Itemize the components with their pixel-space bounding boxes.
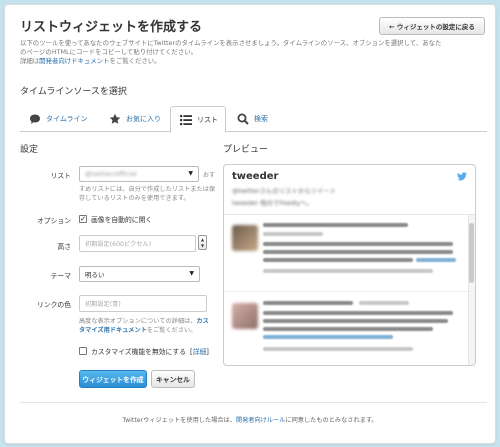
cancel-button[interactable]: キャンセル [151,370,195,388]
theme-select-value: 明るい [85,271,105,279]
footer: Twitterウィジェットを使用した場合は、開発者向けルールに同意したものとみな… [5,415,495,424]
tab-list-label: リスト [197,115,218,124]
link-color-input[interactable]: 初期設定(青) [79,295,207,312]
avatar [232,225,258,251]
theme-select[interactable]: 明るい ▼ [79,266,200,282]
advanced-help: 高度な表示オプションについての詳細は、カス タマイズ用ドキュメントをご覧ください… [79,317,219,335]
widget-description: tweeder 他のでFeedlyへ。 [232,199,313,207]
link-color-placeholder: 初期設定(青) [85,301,121,308]
height-stepper[interactable]: ▲ ▼ [198,235,207,250]
footer-prefix: Twitterウィジェットを使用した場合は、 [122,417,236,424]
widget-title: tweeder [232,171,279,182]
auto-expand-label: 画像を自動的に開く [91,216,153,224]
tweet-item [224,216,475,292]
widget-subtitle: @twitterさんのリストからツイート [232,187,337,195]
intro-suffix: をご覧ください。 [109,57,161,65]
developer-rules-link[interactable]: 開発者向けルール [236,417,286,424]
search-icon [237,113,249,125]
list-select-value: @twitter/official [85,170,137,178]
tab-favorites-label: お気に入り [126,115,161,123]
list-label: リスト [50,172,71,180]
create-widget-button[interactable]: ウィジェットを作成 [79,370,147,388]
intro-text: 以下のツールを使ってあなたのウェブサイトにTwitterのタイムラインを表示させ… [20,39,488,66]
advanced-help-prefix: 高度な表示オプションについての詳細は、 [79,318,197,325]
tab-timeline-label: タイムライン [46,115,88,123]
source-tabs: タイムライン お気に入り リスト 検索 [20,106,487,133]
options-label: オプション [37,217,71,225]
stepper-down-icon[interactable]: ▼ [201,243,204,249]
developer-docs-link[interactable]: 開発者向けドキュメント [39,57,109,65]
height-label: 高さ [57,243,71,251]
disable-customize-checkbox[interactable] [79,347,87,355]
footer-suffix: に同意したものとみなされます。 [285,417,378,424]
create-widget-label: ウィジェットを作成 [82,376,144,384]
settings-title: 設定 [20,145,39,155]
twitter-bird-icon [457,172,467,181]
tab-list[interactable]: リスト [170,106,226,133]
footer-divider [20,402,487,403]
back-button-label: ← ウィジェットの設定に戻る [389,23,475,31]
list-help-line-1: すめリストには、自分で作成したリストまたは保 [79,186,216,193]
back-to-settings-button[interactable]: ← ウィジェットの設定に戻る [379,17,485,35]
star-icon [109,113,121,125]
list-select[interactable]: @twitter/official ▼ [79,166,199,182]
auto-expand-checkbox[interactable]: ✓ [79,215,87,223]
list-icon [180,114,192,126]
customize-docs-link-2[interactable]: タマイズ用ドキュメント [79,327,147,334]
intro-line-1: 以下のツールを使ってあなたのウェブサイトにTwitterのタイムラインを表示させ… [20,39,442,47]
preview-title: プレビュー [223,145,269,155]
widget-header: tweeder @twitterさんのリストからツイート tweeder 他ので… [224,165,475,215]
customize-docs-link-1[interactable]: カス [196,318,208,325]
advanced-help-suffix: をご覧ください。 [146,327,197,334]
source-section-title: タイムラインソースを選択 [20,87,127,97]
scrollbar-thumb[interactable] [469,223,474,283]
disable-customize-label: カスタマイズ機能を無効にする [91,348,187,356]
intro-line-3: 詳細は開発者向けドキュメントをご覧ください。 [20,57,488,66]
speech-bubble-icon [29,113,41,125]
cancel-label: キャンセル [156,376,190,384]
link-color-label: リンクの色 [37,301,71,309]
list-help-suffix: おす [203,172,216,179]
page-title: リストウィジェットを作成する [20,20,203,35]
disable-customize-option[interactable]: カスタマイズ機能を無効にする [詳細] [79,346,209,356]
preview-widget: tweeder @twitterさんのリストからツイート tweeder 他ので… [223,164,476,366]
tab-search[interactable]: 検索 [228,106,278,132]
tab-timeline[interactable]: タイムライン [20,106,98,132]
intro-line-2: のページのHTMLにコードをコピーして貼り付けてください。 [20,48,198,56]
intro-prefix: 詳細は [20,57,40,65]
details-link[interactable]: 詳細 [193,348,207,356]
height-placeholder: 初期設定(600ピクセル) [85,241,152,248]
theme-label: テーマ [50,272,71,280]
widget-page: リストウィジェットを作成する ← ウィジェットの設定に戻る 以下のツールを使って… [4,4,496,444]
chevron-down-icon: ▼ [189,270,194,277]
height-input[interactable]: 初期設定(600ピクセル) [79,235,196,252]
chevron-down-icon: ▼ [188,170,193,177]
tab-search-label: 検索 [254,115,268,123]
list-help: すめリストには、自分で作成したリストまたは保 存しているリストのみを使用できます… [79,185,217,203]
avatar [232,303,258,329]
tweet-item [224,293,475,365]
auto-expand-option[interactable]: ✓ 画像を自動的に開く [79,214,152,224]
list-help-line-2: 存しているリストのみを使用できます。 [79,195,190,202]
tab-favorites[interactable]: お気に入り [100,106,168,132]
